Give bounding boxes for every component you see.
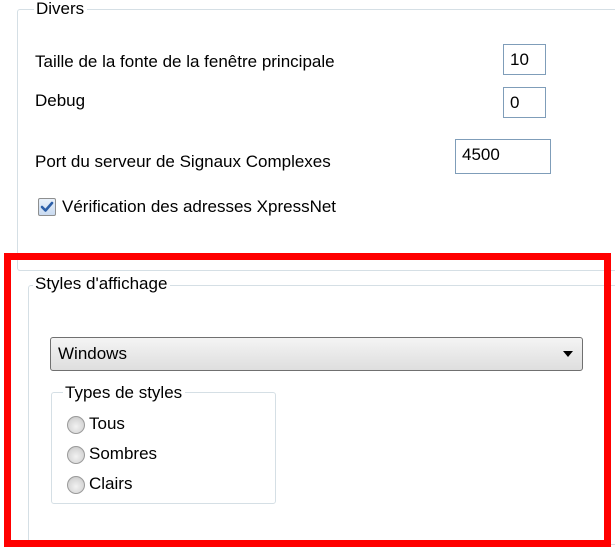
font-size-input[interactable]: 10 [503, 44, 546, 75]
settings-panel: { "divers": { "title": "Divers", "font_s… [0, 0, 615, 547]
highlight-frame [4, 253, 611, 547]
divers-groupbox-title: Divers [34, 0, 88, 19]
font-size-label: Taille de la fonte de la fenêtre princip… [35, 52, 335, 71]
check-icon [40, 201, 54, 212]
debug-label: Debug [35, 91, 86, 110]
port-input[interactable]: 4500 [455, 139, 551, 174]
xpressnet-check-label[interactable]: Vérification des adresses XpressNet [62, 197, 336, 217]
debug-input[interactable]: 0 [503, 87, 546, 118]
xpressnet-check-checkbox[interactable] [38, 198, 56, 216]
port-label: Port du serveur de Signaux Complexes [35, 152, 331, 171]
